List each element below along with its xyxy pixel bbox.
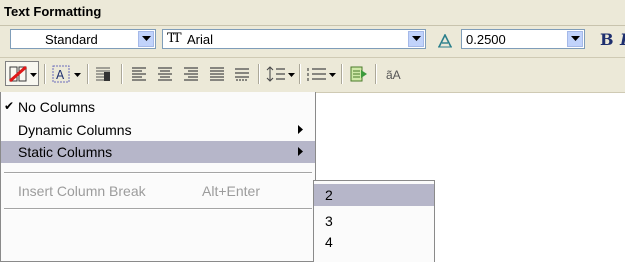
chevron-down-icon xyxy=(30,73,37,77)
chevron-down-icon[interactable] xyxy=(288,73,295,77)
window-title: Text Formatting xyxy=(4,4,102,19)
text-height-dropdown-button[interactable] xyxy=(567,31,583,47)
submenu-item-4[interactable]: 4 xyxy=(314,231,434,253)
submenu-item-label: 2 xyxy=(325,187,333,203)
truetype-font-icon: TT xyxy=(167,31,181,46)
toolbar-divider xyxy=(299,64,301,84)
submenu-item-3[interactable]: 3 xyxy=(314,210,434,232)
align-right-icon[interactable] xyxy=(182,65,200,87)
line-spacing-icon[interactable] xyxy=(266,65,286,87)
menu-item-label: Dynamic Columns xyxy=(18,122,132,138)
submenu-item-label: 3 xyxy=(325,213,333,229)
justify-icon[interactable] xyxy=(208,65,226,87)
chevron-down-icon[interactable] xyxy=(329,73,336,77)
menu-item-shortcut: Alt+Enter xyxy=(202,183,260,199)
annotative-icon[interactable] xyxy=(437,34,453,48)
font-select[interactable]: TT Arial xyxy=(162,29,426,49)
style-dropdown-button[interactable] xyxy=(138,31,154,47)
menu-item-label: No Columns xyxy=(18,99,96,115)
toolbar-divider xyxy=(121,64,123,84)
submenu-item-2[interactable]: 2 xyxy=(314,184,434,206)
submenu-arrow-icon xyxy=(298,147,303,156)
style-select[interactable]: Standard xyxy=(10,29,156,49)
formatting-row: Standard TT Arial 0.2500 B I xyxy=(0,26,625,58)
toolbar-divider xyxy=(375,64,377,84)
font-dropdown-button[interactable] xyxy=(408,31,424,47)
toolbar-divider xyxy=(341,64,343,84)
title-bar: Text Formatting xyxy=(0,0,625,26)
submenu-item-label: 4 xyxy=(325,234,333,250)
italic-button[interactable]: I xyxy=(620,30,625,49)
menu-item-no-columns[interactable]: ✔ No Columns xyxy=(1,96,315,118)
static-columns-submenu: 2 3 4 xyxy=(313,180,435,262)
align-center-icon[interactable] xyxy=(156,65,174,87)
paragraph-icon[interactable] xyxy=(94,65,112,87)
font-value: Arial xyxy=(187,32,214,47)
numbering-icon[interactable] xyxy=(307,65,327,87)
columns-menu: ✔ No Columns Dynamic Columns Static Colu… xyxy=(0,92,316,262)
menu-divider xyxy=(4,172,312,174)
text-height-value: 0.2500 xyxy=(466,32,506,47)
columns-button[interactable] xyxy=(5,61,39,86)
toolbar-divider xyxy=(87,64,89,84)
menu-divider xyxy=(4,208,312,210)
toolbar-divider xyxy=(258,64,260,84)
check-icon: ✔ xyxy=(4,99,15,113)
paragraph-row: A ãA xyxy=(0,58,625,93)
mtext-justification-icon[interactable]: A xyxy=(52,65,70,87)
menu-item-dynamic-columns[interactable]: Dynamic Columns xyxy=(1,119,315,141)
columns-icon xyxy=(9,65,27,83)
menu-item-insert-column-break[interactable]: Insert Column Break Alt+Enter xyxy=(1,180,315,202)
submenu-arrow-icon xyxy=(298,125,303,134)
style-value: Standard xyxy=(45,32,98,47)
bold-button[interactable]: B xyxy=(600,30,614,49)
chevron-down-icon xyxy=(570,36,580,41)
menu-item-label: Insert Column Break xyxy=(18,183,146,199)
case-icon[interactable]: ãA xyxy=(386,68,401,82)
insert-field-icon[interactable] xyxy=(350,65,368,87)
menu-item-static-columns[interactable]: Static Columns xyxy=(1,141,315,163)
chevron-down-icon xyxy=(141,36,151,41)
chevron-down-icon[interactable] xyxy=(74,73,81,77)
svg-text:A: A xyxy=(56,68,65,82)
toolbar-divider xyxy=(44,64,46,84)
menu-item-label: Static Columns xyxy=(18,144,113,160)
text-height-input[interactable]: 0.2500 xyxy=(461,29,585,49)
chevron-down-icon xyxy=(411,36,421,41)
align-left-icon[interactable] xyxy=(130,65,148,87)
distribute-icon[interactable] xyxy=(233,65,251,87)
